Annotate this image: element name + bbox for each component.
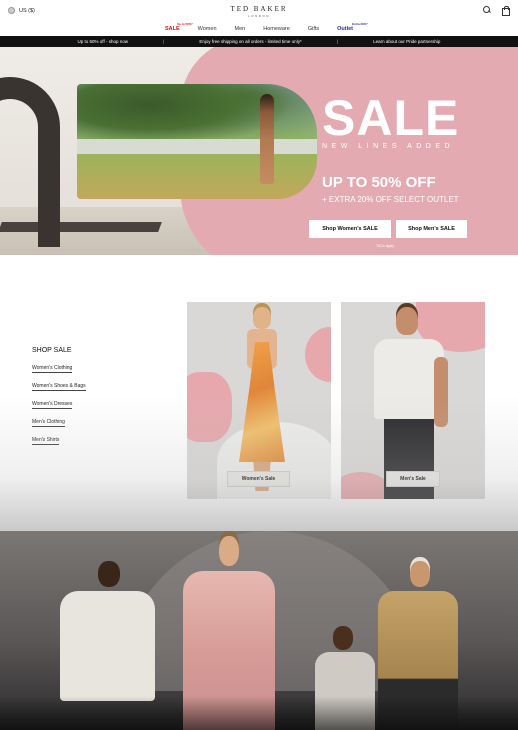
search-icon[interactable]: [483, 6, 491, 14]
promo-message[interactable]: Learn about our Pride partnership: [373, 39, 440, 44]
womens-model-image: [233, 307, 291, 497]
shop-sale-links: Women's Clothing Women's Shoes & Bags Wo…: [32, 365, 86, 455]
nav-item-homeware[interactable]: Homeware: [263, 26, 290, 32]
model-body: [60, 591, 155, 701]
site-header: US ($) TED BAKER LONDON: [0, 0, 518, 22]
nav-badge: Up to 50%*: [176, 22, 193, 26]
nav-item-label: SALE: [164, 26, 180, 32]
hero-extra: + EXTRA 20% OFF SELECT OUTLET: [322, 195, 459, 204]
link-mens-shirts[interactable]: Men's Shirts: [32, 437, 60, 445]
nav-badge: Extra 20%*: [352, 22, 368, 26]
header-actions: [483, 6, 510, 16]
logo-subtitle: LONDON: [248, 14, 270, 18]
link-womens-clothing[interactable]: Women's Clothing: [32, 365, 73, 373]
model-head: [333, 626, 353, 650]
hero-model: [260, 94, 274, 184]
shop-mens-sale-button[interactable]: Shop Men's SALE: [396, 220, 467, 238]
bag-icon[interactable]: [501, 6, 510, 16]
hero-title: SALE: [322, 90, 460, 146]
mens-sale-card[interactable]: [341, 302, 485, 499]
model-arm: [434, 357, 448, 427]
shop-sale-heading: SHOP SALE: [32, 347, 72, 354]
promo-bar: Up to 50% off - shop now | Enjoy free sh…: [0, 36, 518, 47]
model-head: [396, 307, 418, 335]
hero-arch: [0, 77, 60, 247]
model-head: [98, 561, 120, 587]
link-womens-shoes-bags[interactable]: Women's Shoes & Bags: [32, 383, 86, 391]
promo-message[interactable]: Up to 50% off - shop now: [78, 39, 128, 44]
model-head: [253, 307, 271, 329]
womens-sale-card[interactable]: [187, 302, 331, 499]
model-head: [410, 561, 430, 587]
nav-item-women[interactable]: Women: [198, 26, 217, 32]
terms-link[interactable]: T&Cs apply: [376, 244, 394, 248]
logo-wordmark: TED BAKER: [230, 5, 288, 13]
nav-item-men[interactable]: Men: [235, 26, 246, 32]
model-head: [219, 536, 239, 566]
shop-womens-sale-button[interactable]: Shop Women's SALE: [309, 220, 391, 238]
promo-separator: |: [336, 39, 338, 44]
nav-item-gifts[interactable]: Gifts: [308, 26, 319, 32]
mens-sale-button[interactable]: Men's Sale: [386, 471, 440, 487]
lifestyle-shade: [0, 696, 518, 730]
promo-separator: |: [163, 39, 165, 44]
nav-item-sale[interactable]: SALE Up to 50%*: [164, 22, 193, 32]
model-dress: [239, 342, 285, 462]
nav-item-label: Outlet: [337, 26, 354, 32]
promo-message[interactable]: Enjoy free shipping on all orders - limi…: [199, 39, 301, 44]
link-mens-clothing[interactable]: Men's Clothing: [32, 419, 65, 427]
pink-blob: [187, 372, 232, 442]
lifestyle-banner: [0, 531, 518, 730]
link-womens-dresses[interactable]: Women's Dresses: [32, 401, 73, 409]
womens-sale-button[interactable]: Women's Sale: [227, 471, 290, 487]
hero-banner: SALE NEW LINES ADDED UP TO 50% OFF + EXT…: [0, 47, 518, 255]
pink-blob: [305, 327, 331, 382]
hero-subtitle: NEW LINES ADDED: [322, 143, 455, 150]
nav-item-outlet[interactable]: Outlet Extra 20%*: [337, 22, 368, 32]
brand-logo[interactable]: TED BAKER LONDON: [0, 5, 518, 18]
main-nav: SALE Up to 50%* Women Men Homeware Gifts…: [0, 22, 518, 36]
hero-headline: UP TO 50% OFF: [322, 174, 436, 191]
hero-grass: [77, 154, 317, 199]
hero-window-image: [77, 84, 317, 199]
